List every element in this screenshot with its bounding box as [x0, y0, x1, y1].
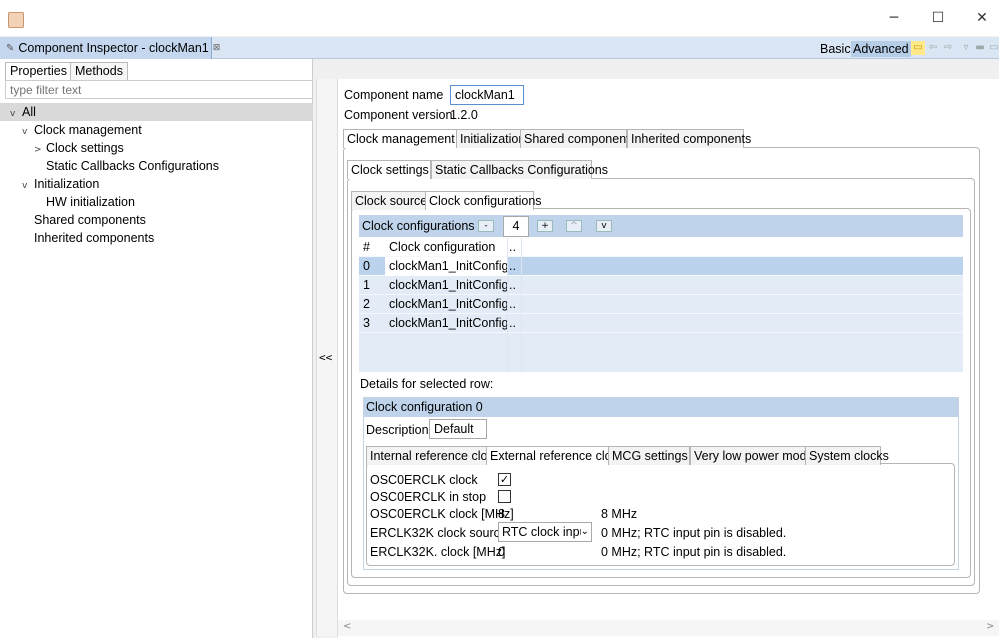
- table-row[interactable]: 1 clockMan1_InitConfig1 ..: [359, 276, 963, 295]
- view-minimize-icon[interactable]: ▬: [973, 41, 987, 55]
- tab-external-reference-clock[interactable]: External reference clock: [486, 446, 624, 465]
- basic-mode-button[interactable]: Basic: [820, 41, 851, 57]
- tab-static-callbacks[interactable]: Static Callbacks Configurations: [431, 160, 608, 179]
- tree-item-clock-settings[interactable]: > Clock settings: [0, 139, 313, 157]
- tree-item-initialization[interactable]: v Initialization: [0, 175, 313, 193]
- tab-close-icon[interactable]: ⊠: [213, 43, 221, 53]
- window-title-bar: [0, 0, 999, 36]
- table-row[interactable]: 0 clockMan1_InitConfig0 ..: [359, 257, 963, 276]
- tab-clock-settings[interactable]: Clock settings: [347, 160, 431, 179]
- tree-item-all[interactable]: v All: [0, 103, 313, 121]
- tab-mcg-settings[interactable]: MCG settings: [608, 446, 690, 465]
- scroll-left-icon[interactable]: <: [343, 621, 351, 632]
- component-name-field[interactable]: clockMan1: [450, 85, 524, 105]
- add-row-button[interactable]: +: [537, 220, 553, 232]
- description-field[interactable]: Default: [429, 419, 487, 439]
- prop-label: ERCLK32K clock source: [370, 526, 507, 540]
- prop-info: 0 MHz; RTC input pin is disabled.: [601, 526, 787, 540]
- table-row[interactable]: 2 clockMan1_InitConfig2 ..: [359, 295, 963, 314]
- app-icon: [8, 12, 24, 28]
- clock-config-table: # Clock configuration .. 0 clockMan1_Ini…: [359, 238, 963, 372]
- tree-item-static-callbacks[interactable]: Static Callbacks Configurations: [0, 157, 313, 175]
- view-tab-title: Component Inspector - clockMan1: [18, 41, 209, 55]
- scroll-right-icon[interactable]: >: [986, 621, 994, 632]
- tree-item-inherited-components[interactable]: Inherited components: [0, 229, 313, 247]
- new-icon[interactable]: ▭: [911, 41, 925, 55]
- chevron-down-icon: ⌄: [580, 523, 589, 541]
- table-header-row: # Clock configuration ..: [359, 238, 963, 257]
- erclk32k-mhz-value[interactable]: 0: [498, 543, 505, 561]
- filter-input[interactable]: [5, 80, 313, 99]
- advanced-mode-button[interactable]: Advanced: [851, 41, 911, 57]
- prop-info: 0 MHz; RTC input pin is disabled.: [601, 545, 787, 559]
- tab-very-low-power-mode[interactable]: Very low power mode: [690, 446, 814, 465]
- row-count-field[interactable]: 4: [503, 216, 529, 237]
- prop-label: ERCLK32K. clock [MHz]: [370, 545, 506, 559]
- maximize-icon[interactable]: ☐: [929, 9, 947, 27]
- column-more-header[interactable]: ..: [507, 238, 521, 257]
- column-index-header[interactable]: #: [359, 238, 385, 257]
- column-divider: [521, 238, 522, 372]
- inspector-icon: ✎: [6, 42, 15, 54]
- remove-row-button[interactable]: -: [478, 220, 494, 232]
- component-inspector-tab[interactable]: ✎ Component Inspector - clockMan1 ⊠: [0, 37, 220, 59]
- table-row[interactable]: 3 clockMan1_InitConfig3 ..: [359, 314, 963, 333]
- tab-inherited-components[interactable]: Inherited components: [627, 129, 751, 148]
- tab-initialization[interactable]: Initialization: [456, 129, 525, 148]
- details-label: Details for selected row:: [360, 377, 494, 391]
- tree-item-hw-initialization[interactable]: HW initialization: [0, 193, 313, 211]
- erclk32k-source-select[interactable]: RTC clock inpu ⌄: [498, 522, 592, 542]
- prop-info: 8 MHz: [601, 507, 638, 521]
- close-icon[interactable]: ✕: [973, 9, 991, 27]
- tab-properties[interactable]: Properties: [5, 62, 72, 80]
- clock-table-title: Clock configurations: [362, 219, 475, 233]
- tab-system-clocks[interactable]: System clocks: [805, 446, 889, 465]
- tab-internal-reference-clock[interactable]: Internal reference clock: [366, 446, 500, 465]
- osc0erclk-clock-checkbox[interactable]: ✓: [498, 473, 511, 486]
- prop-label: OSC0ERCLK clock [MHz]: [370, 507, 514, 521]
- component-name-label: Component name: [344, 88, 444, 102]
- prop-label: OSC0ERCLK in stop: [370, 490, 487, 504]
- collapse-label: <<: [319, 351, 333, 364]
- view-menu-icon[interactable]: ▿: [959, 41, 973, 55]
- tab-shared-components[interactable]: Shared components: [520, 129, 636, 148]
- tab-clock-sources[interactable]: Clock sources: [351, 191, 434, 210]
- horizontal-scrollbar[interactable]: [338, 620, 999, 636]
- tab-clock-management[interactable]: Clock management: [343, 129, 457, 148]
- description-label: Description: [366, 423, 429, 437]
- prop-label: OSC0ERCLK clock: [370, 473, 478, 487]
- component-version-value: 1.2.0: [450, 108, 478, 122]
- view-maximize-icon[interactable]: ▭: [987, 41, 999, 55]
- forward-icon[interactable]: ⇨: [941, 41, 955, 55]
- osc0erclk-in-stop-checkbox[interactable]: [498, 490, 511, 503]
- minimize-icon[interactable]: ─: [885, 9, 903, 27]
- tree-item-shared-components[interactable]: Shared components: [0, 211, 313, 229]
- move-down-button[interactable]: v: [596, 220, 612, 232]
- back-icon[interactable]: ⇦: [926, 41, 940, 55]
- component-version-label: Component version: [344, 108, 453, 122]
- osc0erclk-mhz-value[interactable]: 8: [498, 505, 505, 523]
- tab-methods[interactable]: Methods: [70, 62, 128, 80]
- move-up-button[interactable]: ^: [566, 220, 582, 232]
- collapse-panel-button[interactable]: <<: [316, 79, 338, 636]
- details-header: Clock configuration 0: [366, 400, 483, 414]
- tree-item-clock-management[interactable]: v Clock management: [0, 121, 313, 139]
- column-divider: [507, 238, 508, 372]
- tab-clock-configurations[interactable]: Clock configurations: [425, 191, 542, 210]
- column-config-header[interactable]: Clock configuration: [385, 238, 507, 257]
